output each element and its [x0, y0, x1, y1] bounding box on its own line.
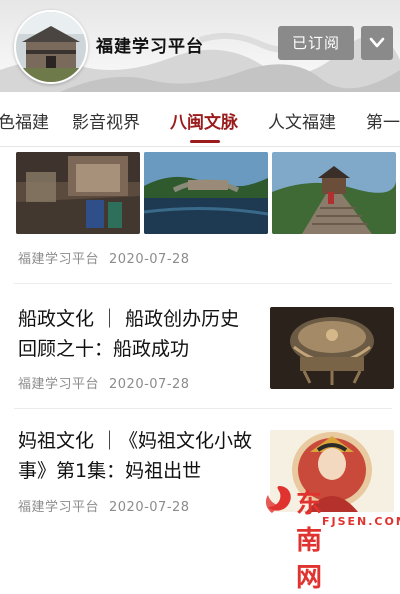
feed-item-1-source: 福建学习平台 — [18, 252, 100, 267]
tab-bamin-culture[interactable]: 八闽文脉 — [170, 108, 238, 133]
tab-fujian[interactable]: 色福建 — [0, 108, 49, 133]
fjsen-watermark: 东南网 FJSEN.COM — [262, 483, 400, 593]
watermark-domain: FJSEN.COM — [322, 515, 400, 528]
subscribed-button[interactable]: 已订阅 — [278, 26, 354, 60]
channel-avatar[interactable] — [14, 10, 88, 84]
feed-item-2-title[interactable]: 船政文化 ｜ 船政创办历史回顾之十：船政成功 — [18, 304, 258, 364]
feed-item-1-date: 2020-07-28 — [109, 252, 190, 267]
feed-divider — [14, 283, 392, 284]
tab-video[interactable]: 影音视界 — [72, 108, 140, 133]
feed-photo-1[interactable] — [16, 152, 140, 234]
feed-item-3-source: 福建学习平台 — [18, 500, 100, 515]
feed-photo-3[interactable] — [272, 152, 396, 234]
channel-header: 福建学习平台 已订阅 — [0, 0, 400, 92]
feed-item-2-thumbnail[interactable] — [270, 307, 394, 389]
tab-first[interactable]: 第一 — [366, 108, 400, 133]
feed-item-2-meta: 福建学习平台 2020-07-28 — [18, 373, 190, 392]
tab-humanities[interactable]: 人文福建 — [268, 108, 336, 133]
chevron-down-icon — [369, 37, 385, 48]
active-tab-indicator — [190, 140, 220, 143]
feed-photo-2[interactable] — [144, 152, 268, 234]
feed-divider — [14, 408, 392, 409]
category-tabs: 色福建 影音视界 八闽文脉 人文福建 第一 — [0, 92, 400, 147]
channel-name: 福建学习平台 — [96, 37, 204, 57]
fjsen-logo-icon — [265, 486, 291, 513]
watermark-name: 东南网 — [296, 489, 324, 593]
feed-item-3-date: 2020-07-28 — [109, 500, 190, 515]
feed-item-2-date: 2020-07-28 — [109, 377, 190, 392]
feed-item-1-meta: 福建学习平台 2020-07-28 — [18, 248, 190, 267]
feed-item-2-source: 福建学习平台 — [18, 377, 100, 392]
expand-button[interactable] — [361, 26, 393, 60]
feed-item-3-meta: 福建学习平台 2020-07-28 — [18, 496, 190, 515]
feed-item-3-title[interactable]: 妈祖文化 ｜《妈祖文化小故事》第1集：妈祖出世 — [18, 426, 258, 486]
